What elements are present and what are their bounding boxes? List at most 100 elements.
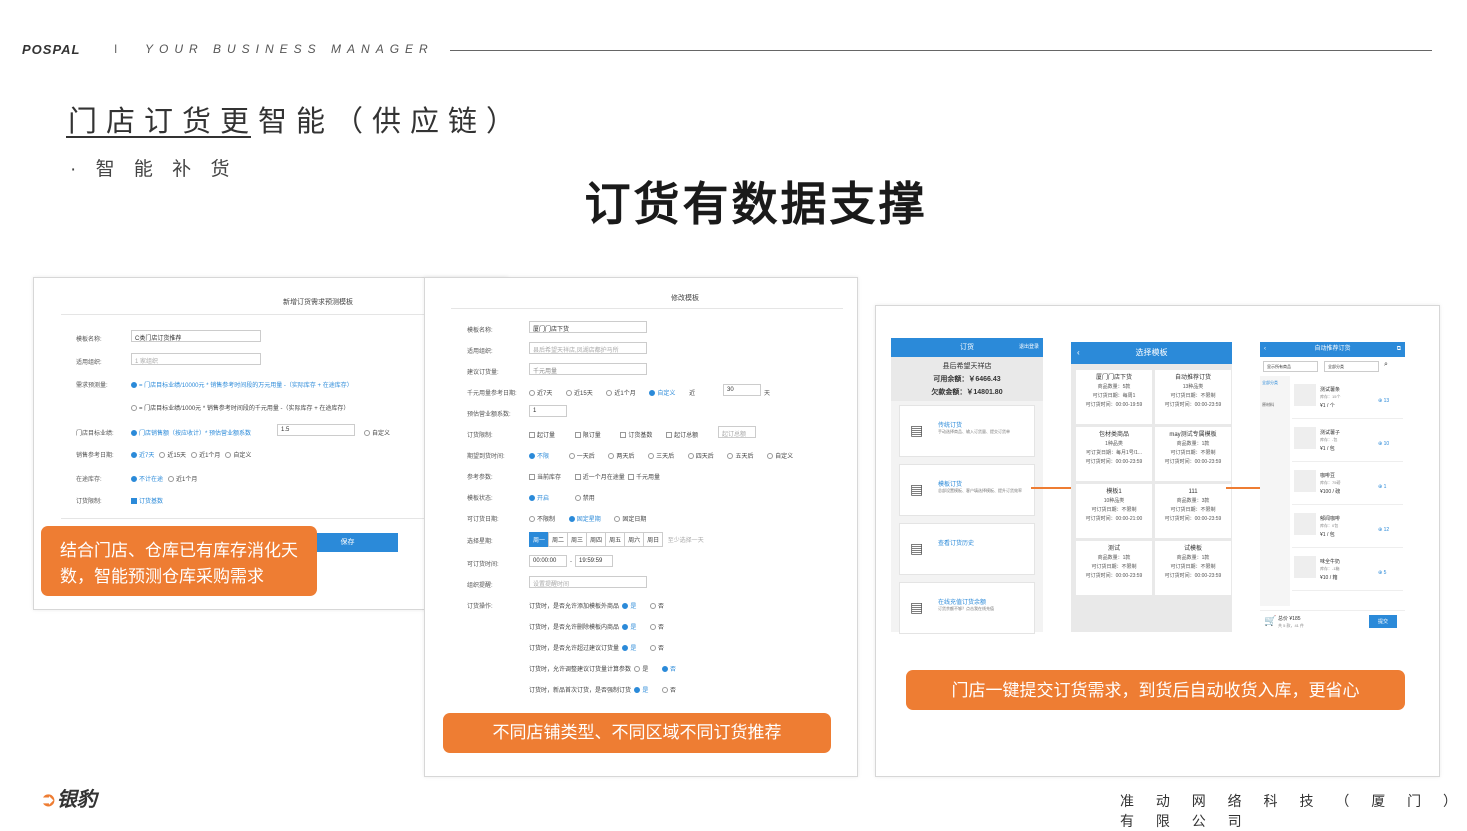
filter-select-1[interactable]: 显示所有商品 [1263,361,1318,372]
template-name: 111 [1188,489,1198,495]
template-card[interactable]: may测试专属模板 商品数量：1款 可订货日期：不限制 可订货时间：00:00-… [1155,427,1231,481]
callout-inventory-forecast: 结合门店、仓库已有库存消化天数，智能预测仓库采购需求 [41,526,317,596]
target-coef-input[interactable]: 1.5 [277,424,355,436]
p2-ref-options[interactable]: 当前库存 近一个月在途量 千元用量 [529,472,660,481]
p2-suggest-select[interactable]: 千元用量 [529,363,647,375]
p2-coef-label: 预估营业额系数: [467,412,511,418]
p2-week-picker[interactable]: 周一 周二 周三 周四 周五 周六 周日 至少选择一天 [529,532,704,547]
header-separator: I [114,42,118,56]
p2-time-from[interactable]: 00:00:00 [529,555,567,567]
p2-arrive-options[interactable]: 不限 一天后 两天后 三天后 四天后 五天后 自定义 [529,451,793,460]
week-day[interactable]: 周五 [605,532,626,547]
target-custom[interactable]: 自定义 [364,428,390,437]
op-no: 否 [670,667,677,673]
week-day[interactable]: 周一 [529,532,550,547]
back-icon[interactable]: ‹ [1077,342,1080,364]
radio-icon[interactable] [650,624,657,631]
transit-options[interactable]: 不计在途 近1个月 [131,474,197,483]
order-menu-item[interactable]: ▤ 传统订货 手动选择商品、输入订货量、提交订货单 [899,405,1035,457]
product-qty[interactable]: ⊕ 1 [1378,484,1386,490]
order-footer: 🛒 总价 ¥185 共 5 款，41 件 提交 [1260,610,1405,634]
product-qty[interactable]: ⊕ 12 [1378,527,1389,533]
ref-date-options[interactable]: 近7天 近15天 近1个月 自定义 [131,450,251,459]
order-menu-item[interactable]: ▤ 在线充值订货余额 订货余额不够？点击我在线充值 [899,582,1035,634]
template-card[interactable]: 包材类商品 1种品类 可订货日期：每月1号/1... 可订货时间：00:00-2… [1076,427,1152,481]
checkbox-icon [529,432,535,439]
phone2-header: ‹ 选择模板 [1071,342,1232,364]
org-select[interactable]: 1 家组织 [131,353,261,365]
method-option-1[interactable]: = 门店目标业绩/10000元 * 销售参考时间段的万元用量 -（实际库存 + … [131,380,353,389]
template-card[interactable]: 试模板 商品数量：1款 可订货日期：不限制 可订货时间：00:00-23:59 [1155,541,1231,595]
qty-value: 12 [1383,527,1390,533]
week-day[interactable]: 周三 [567,532,588,547]
template-card[interactable]: 自动推荐订货 13种品类 可订货日期：不限制 可订货时间：00:00-23:59 [1155,370,1231,424]
radio-icon[interactable] [662,666,669,673]
radio-icon[interactable] [622,645,629,652]
order-menu-item[interactable]: ▤ 模板订货 总部设置模板、客户填选择模板、提升订货效率 [899,464,1035,516]
radio-icon[interactable] [634,687,641,694]
template-card[interactable]: 111 商品数量：3款 可订货日期：不限制 可订货时间：00:00-23:59 [1155,484,1231,538]
week-day[interactable]: 周二 [548,532,569,547]
p2-limit-options[interactable]: 起订量 限订量 订货基数 起订总额 [529,430,698,439]
search-icon[interactable]: ⌕ [1384,361,1388,369]
filter-select-2[interactable]: 全部分类 [1324,361,1379,372]
product-qty[interactable]: ⊕ 13 [1378,398,1389,404]
template-card[interactable]: 厦门门店下货 商品数量：5款 可订货日期：每周1 可订货时间：00:00-19:… [1076,370,1152,424]
p2-day-options[interactable]: 不限制 固定星期 固定日期 [529,514,646,523]
menu-item-desc: 手动选择商品、输入订货量、提交订货单 [938,429,1010,434]
template-name: 测试 [1107,546,1120,552]
template-name-input[interactable]: C类门店订货推荐 [131,330,261,342]
qty-value: 1 [1383,484,1387,490]
cart-icon[interactable]: 🛒 [1264,616,1276,627]
template-date: 可订货日期：每周1 [1092,393,1136,399]
radio-icon[interactable] [622,603,629,610]
p2-org-input[interactable]: 县后希望天祥店,凤湖店都护马所 [529,342,647,354]
menu-item-desc: 总部设置模板、客户填选择模板、提升订货效率 [938,488,1022,493]
limit-option[interactable]: 订货基数 [131,496,163,505]
radio-icon [687,453,694,460]
logout-link[interactable]: 退出登录 [1019,338,1039,357]
p2-name-input[interactable]: 厦门门店下货 [529,321,647,333]
week-day[interactable]: 周日 [643,532,664,547]
product-qty[interactable]: ⊕ 10 [1378,441,1389,447]
scan-icon[interactable]: ⧉ [1397,342,1401,357]
center-heading: 订货有数据支撑 [584,178,928,230]
p2-time-to[interactable]: 19:59:59 [575,555,613,567]
p2-days-input[interactable]: 30 [723,384,761,396]
phone-select-template: ‹ 选择模板 厦门门店下货 商品数量：5款 可订货日期：每周1 可订货时间：00… [1071,342,1232,632]
p2-date-options[interactable]: 近7天 近15天 近1个月 自定义 近 [529,388,695,397]
target-option[interactable]: 门店销售额（按应收计）* 预估营业额系数 [131,428,251,437]
qty-value: 13 [1383,398,1390,404]
method-option-2[interactable]: = 门店目标业绩/1000元 * 销售参考时间段的千元用量 -（实际库存 + 在… [131,403,349,412]
radio-icon[interactable] [650,603,657,610]
week-day[interactable]: 周六 [624,532,645,547]
radio-icon[interactable] [650,645,657,652]
radio-icon[interactable] [662,687,669,694]
week-day[interactable]: 周四 [586,532,607,547]
back-icon[interactable]: ‹ [1264,342,1266,357]
category-item[interactable]: 原材料 [1260,390,1290,420]
radio-icon[interactable] [622,624,629,631]
p2-remind-select[interactable]: 设置提醒时间 [529,576,647,588]
debt: 欠款金额：￥14801.80 [931,389,1003,396]
template-card[interactable]: 模板1 10种品类 可订货日期：不限制 可订货时间：00:00-21:00 [1076,484,1152,538]
order-menu-item[interactable]: ▤ 查看订货历史 [899,523,1035,575]
radio-icon[interactable] [634,666,641,673]
radio-icon [225,452,232,459]
template-card[interactable]: 测试 商品数量：1款 可订货日期：不限制 可订货时间：00:00-23:59 [1076,541,1152,595]
day-opt: 固定星期 [576,517,601,523]
p2-coef-input[interactable]: 1 [529,405,567,417]
p2-limit-total-input[interactable]: 起订总额 [718,426,756,438]
footer-company: 准 动 网 络 科 技 （ 厦 门 ） 有 限 公 司 [1120,793,1467,829]
category-item[interactable]: 全部分类 [1260,376,1290,390]
template-name: 厦门门店下货 [1095,375,1132,381]
p2-status-options[interactable]: 开启 禁用 [529,493,595,502]
product-qty[interactable]: ⊕ 5 [1378,570,1386,576]
day-opt: 固定日期 [622,517,647,523]
radio-icon [767,453,774,460]
product-row: 郁闻咖啡 库存：0包 ¥1 / 包 ⊕ 12 [1292,507,1403,548]
phone3-header: ‹ 自动推荐订货 ⧉ [1260,342,1405,357]
submit-button[interactable]: 提交 [1368,615,1397,628]
category-sidebar: 全部分类 原材料 [1260,376,1290,606]
p2-ref-label: 参考参数: [467,475,493,481]
